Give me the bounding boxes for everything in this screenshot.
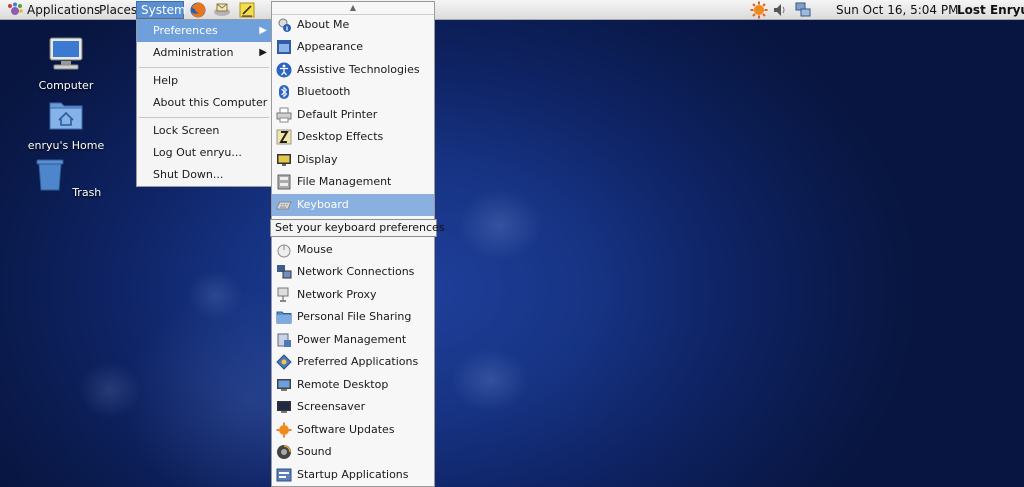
pref-network-proxy[interactable]: Network Proxy — [272, 284, 434, 306]
pref-item-label: File Management — [297, 175, 392, 188]
pref-item-label: Mouse — [297, 243, 333, 256]
pref-item-label: Network Proxy — [297, 288, 377, 301]
software-updates-icon — [276, 422, 292, 438]
pref-remote-desktop[interactable]: Remote Desktop — [272, 374, 434, 396]
pref-item-label: About Me — [297, 18, 350, 31]
pref-item-label: Display — [297, 153, 338, 166]
pref-item-label: Startup Applications — [297, 468, 409, 481]
appearance-icon — [277, 40, 291, 54]
pref-item-label: Desktop Effects — [297, 130, 384, 143]
pref-power-management[interactable]: Power Management — [272, 329, 434, 351]
network-connections-icon — [277, 265, 292, 279]
file-sharing-icon — [276, 311, 292, 324]
desktop-icon-trash[interactable]: Trash — [26, 156, 106, 199]
menu-item-label: Administration — [153, 46, 234, 59]
pref-item-label: Sound — [297, 445, 332, 458]
applications-menu[interactable]: Applications — [23, 1, 104, 19]
menu-item-label: Preferences — [153, 24, 218, 37]
preferred-applications-icon — [276, 354, 292, 370]
menu-item-administration[interactable]: Administration ▶ — [137, 42, 271, 64]
pref-item-label: Screensaver — [297, 400, 366, 413]
places-menu[interactable]: Places — [95, 1, 141, 19]
menu-separator — [139, 117, 269, 118]
pref-item-label: Default Printer — [297, 108, 378, 121]
bluetooth-icon — [279, 85, 289, 99]
network-proxy-icon — [277, 287, 289, 302]
clock[interactable]: Sun Oct 16, 5:04 PM — [836, 0, 958, 20]
desktop-icon-label: Trash — [72, 186, 102, 199]
remote-desktop-icon — [277, 379, 291, 391]
pref-file-management[interactable]: File Management — [272, 171, 434, 193]
pref-item-label: Network Connections — [297, 265, 415, 278]
pref-keyboard[interactable]: Keyboard — [272, 194, 434, 216]
display-icon — [277, 154, 291, 166]
desktop-icon-label: enryu's Home — [27, 139, 105, 152]
pref-screensaver[interactable]: Screensaver — [272, 396, 434, 418]
home-folder-icon — [49, 102, 83, 130]
printer-icon — [276, 107, 292, 123]
gnome-foot-icon — [8, 2, 23, 15]
pref-mouse[interactable]: Mouse — [272, 239, 434, 261]
submenu-arrow-icon: ▶ — [259, 47, 267, 58]
pref-item-label: Keyboard — [297, 198, 349, 211]
pref-item-label: Software Updates — [297, 423, 395, 436]
keyboard-icon — [276, 201, 292, 210]
pref-personal-file-sharing[interactable]: Personal File Sharing — [272, 306, 434, 328]
menu-item-lock-screen[interactable]: Lock Screen — [137, 120, 271, 142]
computer-icon — [49, 37, 83, 70]
pref-item-label: Preferred Applications — [297, 355, 419, 368]
file-management-icon — [277, 174, 291, 190]
pref-default-printer[interactable]: Default Printer — [272, 104, 434, 126]
keyboard-tooltip: Set your keyboard preferences — [270, 219, 445, 237]
network-icon[interactable] — [794, 1, 812, 19]
screensaver-icon — [277, 401, 291, 413]
pref-bluetooth[interactable]: Bluetooth — [272, 81, 434, 103]
pref-about-me[interactable]: About Me — [272, 14, 434, 36]
pref-desktop-effects[interactable]: Desktop Effects — [272, 126, 434, 148]
sound-icon — [277, 445, 291, 459]
volume-icon[interactable] — [771, 1, 789, 19]
startup-applications-icon — [276, 468, 292, 482]
mouse-icon — [277, 244, 291, 258]
menu-separator — [139, 67, 269, 68]
preferences-submenu: ▲ About Me Appearance Assistive Technolo… — [271, 1, 435, 487]
menu-item-log-out[interactable]: Log Out enryu... — [137, 142, 271, 164]
pref-assistive-technologies[interactable]: Assistive Technologies — [272, 59, 434, 81]
pref-software-updates[interactable]: Software Updates — [272, 419, 434, 441]
pref-item-label: Bluetooth — [297, 85, 351, 98]
mail-client-icon[interactable] — [213, 1, 231, 19]
pref-item-label: Personal File Sharing — [297, 310, 412, 323]
power-management-icon — [277, 333, 291, 347]
submenu-arrow-icon: ▶ — [259, 25, 267, 36]
menu-item-help[interactable]: Help — [137, 70, 271, 92]
desktop-icon-label: Computer — [38, 79, 94, 92]
desktop-icon-home[interactable]: enryu's Home — [26, 96, 106, 152]
desktop-effects-icon — [276, 129, 292, 145]
pref-item-label: Power Management — [297, 333, 407, 346]
menu-item-preferences[interactable]: Preferences ▶ — [137, 20, 271, 42]
menu-item-about-computer[interactable]: About this Computer — [137, 92, 271, 114]
updates-available-icon[interactable] — [750, 1, 768, 19]
pref-item-label: Assistive Technologies — [297, 63, 420, 76]
pref-startup-applications[interactable]: Startup Applications — [272, 464, 434, 486]
system-dropdown-menu: Preferences ▶ Administration ▶ Help Abou… — [136, 19, 272, 187]
accessibility-icon — [276, 62, 292, 78]
system-menu[interactable]: System — [136, 1, 186, 19]
pref-display[interactable]: Display — [272, 149, 434, 171]
menu-item-shut-down[interactable]: Shut Down... — [137, 164, 271, 186]
top-panel: Applications Places System Sun Oct 16, 5… — [0, 0, 1024, 20]
text-editor-icon[interactable] — [238, 1, 256, 19]
user-switcher[interactable]: Lost Enryu — [957, 0, 1024, 20]
pref-appearance[interactable]: Appearance — [272, 36, 434, 58]
desktop-icon-computer[interactable]: Computer — [26, 36, 106, 92]
pref-item-label: Appearance — [297, 40, 364, 53]
pref-item-label: Remote Desktop — [297, 378, 389, 391]
firefox-icon[interactable] — [189, 1, 207, 19]
pref-sound[interactable]: Sound — [272, 441, 434, 463]
pref-network-connections[interactable]: Network Connections — [272, 261, 434, 283]
pref-preferred-applications[interactable]: Preferred Applications — [272, 351, 434, 373]
about-me-icon — [278, 18, 291, 32]
trash-icon — [36, 159, 64, 191]
